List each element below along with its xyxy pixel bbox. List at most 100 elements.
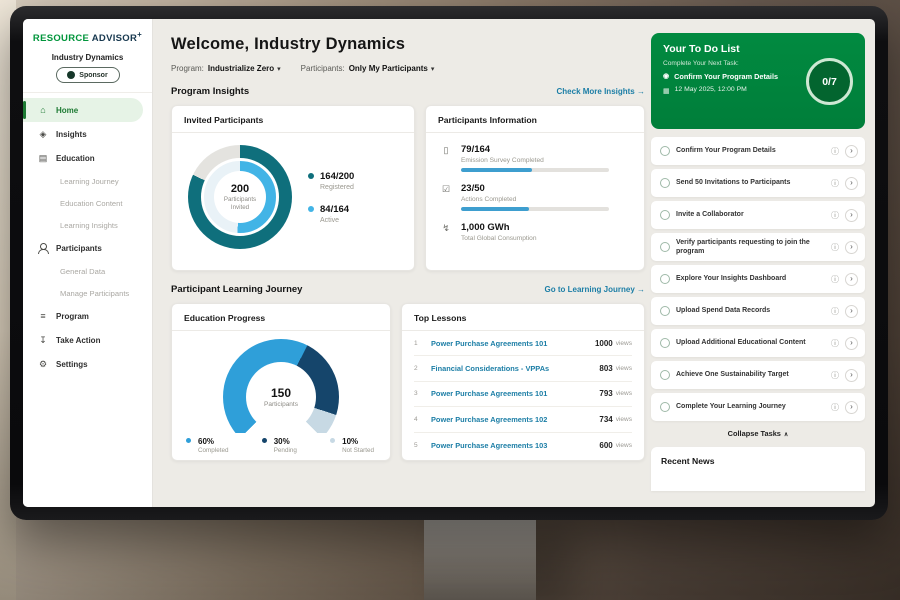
info-icon[interactable]: ⓘ [831, 242, 839, 253]
lesson-views: 600 [599, 441, 612, 450]
info-icon[interactable]: ⓘ [831, 402, 839, 413]
todo-next-task-label: Confirm Your Program Details [674, 72, 778, 81]
task-label: Explore Your Insights Dashboard [676, 274, 825, 283]
legend-pending: 30% Pending [262, 437, 297, 454]
sidebar: RESOURCE ADVISOR+ Industry Dynamics Spon… [23, 19, 153, 507]
invited-participants-card: Invited Participants 200 Participants In… [171, 105, 415, 271]
insights-icon: ◈ [37, 129, 49, 140]
task-row-confirm-program[interactable]: Confirm Your Program Details ⓘ › [651, 137, 865, 165]
lesson-title-link[interactable]: Power Purchase Agreements 103 [431, 441, 599, 450]
lesson-views-suffix: views [616, 442, 632, 449]
task-checkbox[interactable] [660, 402, 670, 412]
sidebar-subitem-label: Manage Participants [60, 289, 129, 298]
task-row-upload-spend-data[interactable]: Upload Spend Data Records ⓘ › [651, 297, 865, 325]
lesson-views-suffix: views [616, 340, 632, 347]
arrow-right-icon: → [637, 285, 645, 294]
sidebar-item-home[interactable]: ⌂ Home [23, 98, 143, 122]
participants-filter[interactable]: Participants: Only My Participants ▾ [301, 64, 435, 73]
legend-not-started: 10% Not Started [330, 437, 374, 454]
go-to-learning-journey-link[interactable]: Go to Learning Journey → [545, 285, 645, 294]
lesson-title-link[interactable]: Power Purchase Agreements 101 [431, 339, 595, 348]
section-title-learning-journey: Participant Learning Journey [171, 284, 302, 295]
card-title: Top Lessons [402, 304, 644, 331]
program-filter-value: Industrialize Zero [208, 64, 274, 73]
lesson-row: 1 Power Purchase Agreements 101 1000 vie… [414, 331, 632, 356]
sidebar-item-program[interactable]: ≡ Program [23, 304, 152, 328]
sidebar-nav: ⌂ Home ◈ Insights ▤ Education Learning J… [23, 92, 152, 376]
chevron-right-icon[interactable]: › [845, 145, 858, 158]
sponsor-badge: Sponsor [56, 67, 120, 83]
task-checkbox[interactable] [660, 210, 670, 220]
sidebar-item-manage-participants[interactable]: Manage Participants [23, 282, 152, 304]
task-row-send-invitations[interactable]: Send 50 Invitations to Participants ⓘ › [651, 169, 865, 197]
sidebar-item-take-action[interactable]: ↧ Take Action [23, 328, 152, 352]
lesson-title-link[interactable]: Financial Considerations - VPPAs [431, 364, 599, 373]
info-icon[interactable]: ⓘ [831, 306, 839, 317]
info-icon[interactable]: ⓘ [831, 338, 839, 349]
legend-label: Completed [198, 447, 228, 454]
chevron-right-icon[interactable]: › [845, 273, 858, 286]
sidebar-item-settings[interactable]: ⚙ Settings [23, 352, 152, 376]
task-row-achieve-target[interactable]: Achieve One Sustainability Target ⓘ › [651, 361, 865, 389]
lesson-row: 3 Power Purchase Agreements 101 793 view… [414, 382, 632, 407]
survey-icon: ▯ [440, 145, 452, 172]
task-checkbox[interactable] [660, 306, 670, 316]
task-checkbox[interactable] [660, 146, 670, 156]
todo-summary-card: Your To Do List Complete Your Next Task:… [651, 33, 865, 129]
chevron-right-icon[interactable]: › [845, 369, 858, 382]
legend-label: Registered [320, 184, 354, 191]
chevron-right-icon[interactable]: › [845, 177, 858, 190]
task-row-verify-participants[interactable]: Verify participants requesting to join t… [651, 233, 865, 261]
chevron-right-icon[interactable]: › [845, 209, 858, 222]
sidebar-item-participants[interactable]: Participants [23, 236, 152, 260]
insights-cards-row: Invited Participants 200 Participants In… [171, 105, 645, 271]
recent-news-card: Recent News [651, 447, 865, 491]
metric-value: 23/50 [461, 183, 609, 194]
info-icon[interactable]: ⓘ [831, 370, 839, 381]
chevron-right-icon[interactable]: › [845, 241, 858, 254]
program-filter[interactable]: Program: Industrialize Zero ▾ [171, 64, 281, 73]
lesson-title-link[interactable]: Power Purchase Agreements 101 [431, 389, 599, 398]
info-icon[interactable]: ⓘ [831, 210, 839, 221]
task-checkbox[interactable] [660, 338, 670, 348]
info-icon[interactable]: ⓘ [831, 274, 839, 285]
sidebar-item-insights[interactable]: ◈ Insights [23, 122, 152, 146]
sidebar-item-learning-insights[interactable]: Learning Insights [23, 214, 152, 236]
sidebar-item-education-content[interactable]: Education Content [23, 192, 152, 214]
task-checkbox[interactable] [660, 370, 670, 380]
task-row-upload-educational-content[interactable]: Upload Additional Educational Content ⓘ … [651, 329, 865, 357]
chevron-right-icon[interactable]: › [845, 305, 858, 318]
home-icon: ⌂ [37, 105, 49, 115]
progress-bar-fill [461, 207, 529, 211]
lesson-views-suffix: views [616, 365, 632, 372]
section-title-program-insights: Program Insights [171, 86, 249, 97]
invited-donut-legend: 164/200 Registered 84/164 Active [308, 171, 354, 224]
info-icon[interactable]: ⓘ [831, 178, 839, 189]
lesson-title-link[interactable]: Power Purchase Agreements 102 [431, 415, 599, 424]
chevron-right-icon[interactable]: › [845, 401, 858, 414]
program-filter-label: Program: [171, 64, 204, 73]
sidebar-item-education[interactable]: ▤ Education [23, 146, 152, 170]
task-label: Complete Your Learning Journey [676, 402, 825, 411]
task-checkbox[interactable] [660, 274, 670, 284]
legend-label: Pending [274, 447, 297, 454]
org-name: Industry Dynamics [23, 53, 152, 62]
info-icon[interactable]: ⓘ [831, 146, 839, 157]
chevron-right-icon[interactable]: › [845, 337, 858, 350]
task-checkbox[interactable] [660, 178, 670, 188]
task-row-invite-collaborator[interactable]: Invite a Collaborator ⓘ › [651, 201, 865, 229]
task-checkbox[interactable] [660, 242, 670, 252]
legend-completed: 60% Completed [186, 437, 228, 454]
education-gauge-center: 150 Participants [246, 362, 316, 432]
dashboard-screen: RESOURCE ADVISOR+ Industry Dynamics Spon… [23, 19, 875, 507]
task-row-complete-learning-journey[interactable]: Complete Your Learning Journey ⓘ › [651, 393, 865, 421]
metric-value: 1,000 GWh [461, 222, 537, 233]
recent-news-title: Recent News [661, 456, 715, 466]
task-row-explore-insights[interactable]: Explore Your Insights Dashboard ⓘ › [651, 265, 865, 293]
donut-center-label: Participants Invited [219, 196, 261, 211]
check-more-insights-link[interactable]: Check More Insights → [557, 87, 645, 96]
sidebar-item-learning-journey[interactable]: Learning Journey [23, 170, 152, 192]
sidebar-item-general-data[interactable]: General Data [23, 260, 152, 282]
book-icon: ▤ [37, 153, 49, 164]
collapse-tasks-link[interactable]: Collapse Tasks∧ [651, 429, 865, 438]
